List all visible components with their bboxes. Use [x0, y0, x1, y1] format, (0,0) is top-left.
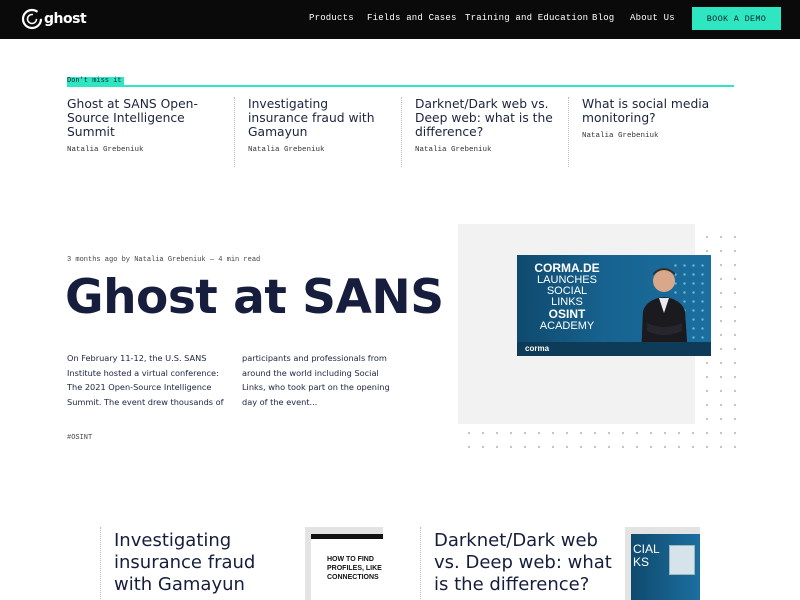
article-title[interactable]: Darknet/Dark web vs. Deep web: what is t…	[434, 530, 614, 596]
article-thumbnail[interactable]: HOW TO FIND PROFILES, LIKE CONNECTIONS	[305, 527, 383, 600]
image-text: OSINT	[548, 307, 586, 321]
laptop-icon	[669, 545, 695, 575]
featured-image[interactable]: CORMA.DE LAUNCHES SOCIAL LINKS OSINT ACA…	[517, 255, 711, 356]
section-divider	[67, 85, 734, 87]
dont-miss-card[interactable]: Investigating insurance fraud with Gamay…	[248, 97, 388, 167]
featured-meta: 3 months ago by Natalia Grebeniuk — 4 mi…	[67, 256, 261, 264]
thumb-text: HOW TO FIND PROFILES, LIKE CONNECTIONS	[327, 556, 382, 581]
image-text: ACADEMY	[539, 320, 595, 332]
card-title[interactable]: Investigating insurance fraud with Gamay…	[248, 97, 388, 139]
dont-miss-card[interactable]: Darknet/Dark web vs. Deep web: what is t…	[415, 97, 560, 167]
card-title[interactable]: Darknet/Dark web vs. Deep web: what is t…	[415, 97, 560, 139]
dont-miss-card[interactable]: What is social media monitoring? Natalia…	[582, 97, 732, 167]
ghost-logo[interactable]: ghost	[21, 8, 87, 30]
image-brand: corma	[525, 344, 550, 353]
article-title[interactable]: Investigating insurance fraud with Gamay…	[114, 530, 284, 596]
article-thumbnail[interactable]: CIAL KS	[625, 527, 700, 600]
thumb-text: CIAL KS	[633, 542, 660, 569]
top-nav: ghost Products Fields and Cases Training…	[0, 0, 800, 39]
card-separator	[568, 97, 569, 167]
featured-title[interactable]: Ghost at SANS	[65, 272, 444, 324]
image-text: CORMA.DE	[534, 261, 600, 275]
card-author: Natalia Grebeniuk	[67, 146, 144, 154]
featured-excerpt-col2: participants and professionals from arou…	[242, 353, 390, 407]
card-separator	[420, 527, 421, 600]
osint-tag[interactable]: #OSINT	[67, 434, 92, 442]
book-demo-button[interactable]: BOOK A DEMO	[692, 7, 781, 30]
nav-training-and-education[interactable]: Training and Education	[465, 13, 588, 23]
featured-excerpt-col1: On February 11-12, the U.S. SANS Institu…	[67, 353, 224, 407]
card-separator	[234, 97, 235, 167]
nav-blog[interactable]: Blog	[592, 13, 614, 23]
card-separator	[100, 527, 101, 600]
nav-fields-and-cases[interactable]: Fields and Cases	[367, 13, 457, 23]
card-author: Natalia Grebeniuk	[248, 146, 325, 154]
card-separator	[401, 97, 402, 167]
nav-about-us[interactable]: About Us	[630, 13, 675, 23]
card-author: Natalia Grebeniuk	[582, 132, 659, 140]
card-author: Natalia Grebeniuk	[415, 146, 492, 154]
nav-products[interactable]: Products	[309, 13, 354, 23]
logo-text: ghost	[44, 11, 87, 27]
card-title[interactable]: Ghost at SANS Open-Source Intelligence S…	[67, 97, 222, 139]
ghost-logo-icon	[21, 8, 43, 30]
dont-miss-card[interactable]: Ghost at SANS Open-Source Intelligence S…	[67, 97, 222, 167]
card-title[interactable]: What is social media monitoring?	[582, 97, 732, 125]
